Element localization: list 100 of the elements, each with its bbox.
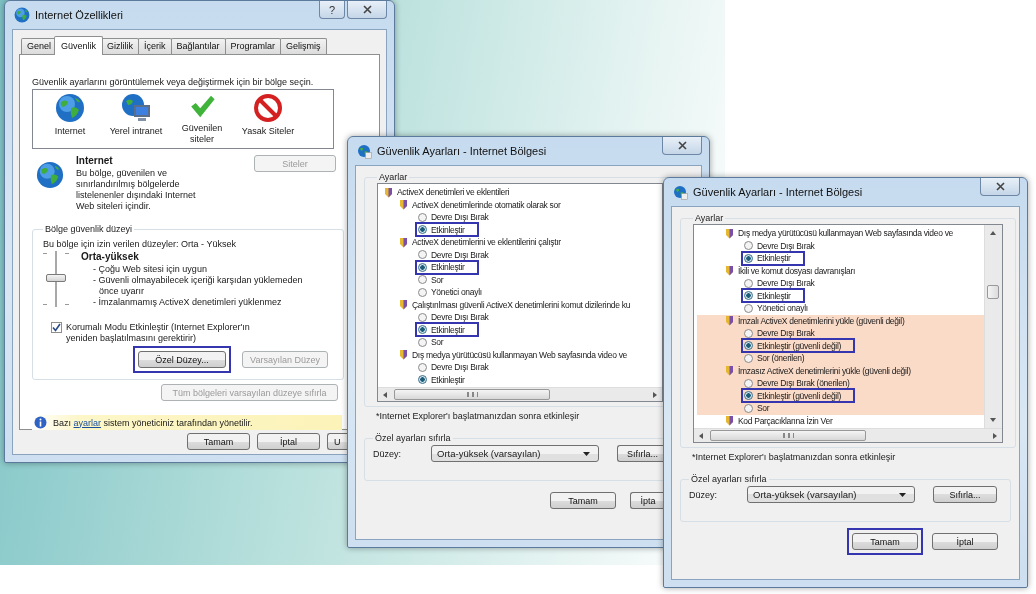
setting-icon: [725, 265, 734, 277]
footnote-text: *Internet Explorer'ı başlatmanızdan sonra etkinleşir: [692, 452, 897, 462]
radio-button[interactable]: [418, 262, 427, 272]
help-button[interactable]: ?: [319, 1, 345, 19]
dialog-button[interactable]: Tamam: [187, 433, 250, 450]
tab[interactable]: Programlar: [224, 38, 282, 54]
caret-icon: [899, 492, 906, 497]
radio-button[interactable]: [744, 303, 753, 313]
slider-thumb[interactable]: [46, 274, 66, 282]
radio-button[interactable]: [418, 375, 427, 385]
setting-icon: [399, 349, 408, 361]
zone-item[interactable]: Güvenilen siteler: [171, 93, 233, 145]
tab[interactable]: Bağlantılar: [170, 38, 226, 54]
option-label: Etkinleştir: [431, 262, 465, 273]
radio-button[interactable]: [418, 225, 427, 235]
dialog-button[interactable]: Tamam: [550, 492, 616, 509]
window-title: Güvenlik Ayarları - Internet Bölgesi: [377, 145, 547, 157]
dialog-button[interactable]: İpta: [630, 492, 665, 509]
option-label: Sor: [431, 337, 444, 348]
setting-label: ActiveX denetimlerini ve eklentilerini çalıştır: [412, 237, 561, 248]
group-title: Bölge güvenlik düzeyi: [44, 224, 134, 234]
level-dropdown[interactable]: Orta-yüksek (varsayılan): [747, 486, 915, 503]
setting-icon: [399, 199, 408, 211]
radio-button[interactable]: [418, 250, 427, 260]
reset-button[interactable]: Sıfırla...: [933, 486, 997, 503]
checkbox[interactable]: [51, 322, 62, 333]
radio-button[interactable]: [744, 378, 753, 388]
radio-button[interactable]: [744, 341, 753, 351]
tab[interactable]: Gelişmiş: [280, 38, 327, 54]
level-description: - İmzalanmamış ActiveX denetimleri yüklenmez: [92, 297, 283, 308]
radio-button[interactable]: [744, 328, 753, 338]
forbidden-icon: [253, 93, 283, 123]
globe-monitor-icon: [121, 93, 151, 123]
setting-label: Kod Parçacıklarına İzin Ver: [738, 415, 833, 426]
radio-button[interactable]: [418, 212, 427, 222]
radio-button[interactable]: [418, 312, 427, 322]
tab[interactable]: İçerik: [138, 38, 172, 54]
caret-icon: [583, 451, 590, 456]
setting-icon: [725, 365, 734, 377]
dialog-button[interactable]: İptal: [932, 533, 998, 550]
group-title: Ayarlar: [694, 213, 725, 223]
level-button[interactable]: Özel Düzey...: [138, 351, 226, 368]
option-label: Etkinleştir: [757, 253, 791, 264]
radio-button[interactable]: [744, 353, 753, 363]
radio-button[interactable]: [418, 325, 427, 335]
close-button[interactable]: [347, 1, 387, 19]
close-icon: [677, 141, 687, 150]
setting-icon: [725, 227, 734, 239]
group-title: Özel ayarları sıfırla: [690, 474, 768, 484]
close-icon: [362, 5, 372, 14]
option-label: Etkinleştir: [757, 290, 791, 301]
radio-button[interactable]: [744, 253, 753, 263]
allowed-levels-text: Bu bölge için izin verilen düzeyler: Orta - Yüksek: [43, 239, 237, 249]
field-label: Düzey:: [373, 448, 402, 459]
close-button[interactable]: [980, 178, 1020, 196]
option-label: Etkinleştir (güvenli değil): [757, 390, 842, 401]
setting-icon: [725, 315, 734, 327]
zone-item[interactable]: Internet: [39, 93, 101, 145]
checkbox-label: Korumalı Modu Etkinleştir (Internet Explorer'ın yeniden başlatılmasını gerektirir): [66, 322, 251, 344]
option-label: Devre Dışı Bırak: [757, 240, 815, 251]
globe-icon: [55, 93, 85, 123]
globe-icon: [673, 184, 688, 200]
option-label: Etkinleştir: [431, 324, 465, 335]
vertical-scrollbar[interactable]: [984, 225, 1002, 428]
zone-item[interactable]: Yasak Siteler: [237, 93, 299, 145]
radio-button[interactable]: [744, 403, 753, 413]
radio-button[interactable]: [744, 241, 753, 251]
notice-text: Bazı ayarlar sistem yöneticiniz tarafından yönetilir.: [53, 417, 253, 428]
zone-description: Bu bölge, güvenilen ve sınırlandırılmış bölgelerde listelenenler dışındaki Internet Web siteleri içindir.: [76, 168, 197, 212]
radio-button[interactable]: [418, 275, 427, 285]
globe-icon: [357, 143, 372, 159]
tab[interactable]: Gizlilik: [101, 38, 140, 54]
radio-button[interactable]: [418, 362, 427, 372]
group-title: Özel ayarları sıfırla: [374, 433, 452, 443]
field-label: Düzey:: [689, 489, 718, 500]
settings-link[interactable]: ayarlar: [73, 417, 102, 428]
horizontal-scrollbar[interactable]: [694, 428, 1002, 442]
close-button[interactable]: [662, 137, 702, 155]
setting-label: Çalıştırılması güvenli ActiveX denetimlerini komut dizilerinde ku: [412, 299, 631, 310]
category-label: ActiveX denetimleri ve eklentileri: [397, 187, 510, 198]
window-title: Internet Özellikleri: [35, 9, 124, 21]
setting-label: İmzasız ActiveX denetimlerini yükle (güvenli değil): [738, 365, 911, 376]
radio-button[interactable]: [744, 391, 753, 401]
zone-item[interactable]: Yerel intranet: [105, 93, 167, 145]
radio-button[interactable]: [744, 291, 753, 301]
setting-icon: [384, 186, 393, 198]
horizontal-scrollbar[interactable]: [378, 387, 662, 401]
radio-button[interactable]: [744, 278, 753, 288]
dialog-button[interactable]: Tamam: [852, 533, 918, 550]
setting-label: ActiveX denetimlerinde otomatik olarak sor: [412, 199, 561, 210]
info-icon: [34, 416, 47, 429]
option-label: Etkinleştir: [431, 224, 465, 235]
tab[interactable]: Güvenlik: [54, 36, 104, 55]
setting-label: Dış medya yürütücüsü kullanmayan Web sayfasında video ve: [412, 349, 628, 360]
radio-button[interactable]: [418, 337, 427, 347]
radio-button[interactable]: [418, 287, 427, 297]
globe-icon: [14, 7, 30, 23]
instruction-text: Güvenlik ayarlarını görüntülemek veya değiştirmek için bir bölge seçin.: [32, 77, 315, 87]
dialog-button[interactable]: İptal: [257, 433, 320, 450]
level-dropdown[interactable]: Orta-yüksek (varsayılan): [431, 445, 599, 462]
